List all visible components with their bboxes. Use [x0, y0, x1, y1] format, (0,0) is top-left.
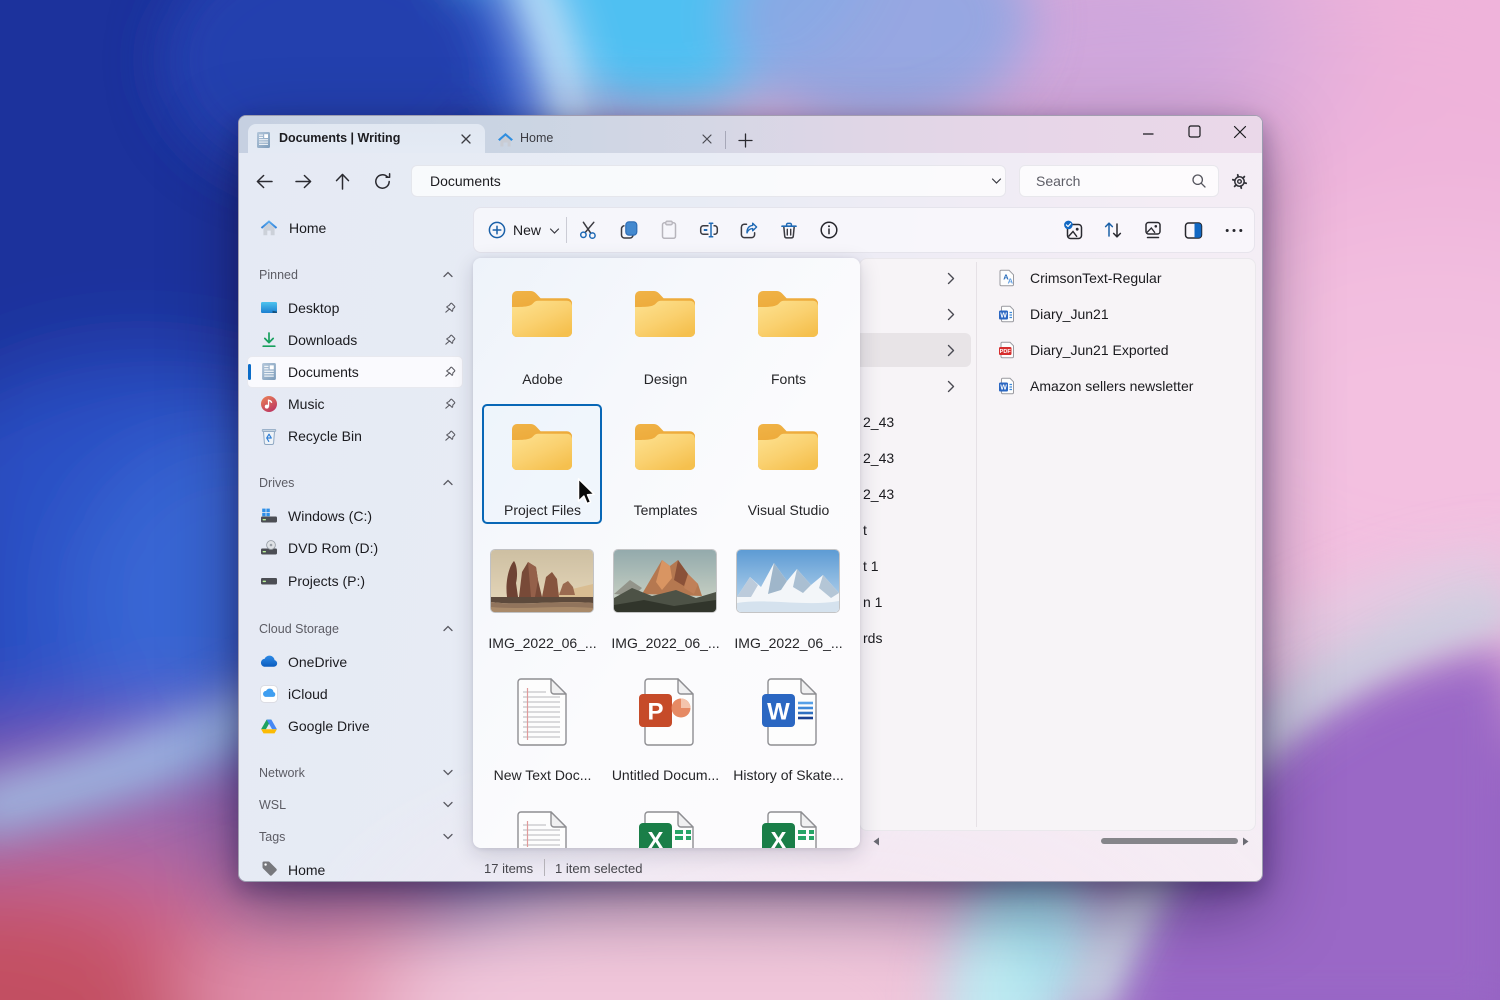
svg-text:W: W	[1000, 385, 1007, 392]
svg-text:W: W	[767, 699, 790, 726]
svg-text:W: W	[1000, 313, 1007, 320]
svg-text:X: X	[647, 828, 663, 849]
svg-text:X: X	[770, 828, 786, 849]
svg-text:A: A	[1008, 277, 1014, 286]
svg-text:PDF: PDF	[1000, 349, 1012, 355]
svg-text:P: P	[647, 699, 663, 726]
